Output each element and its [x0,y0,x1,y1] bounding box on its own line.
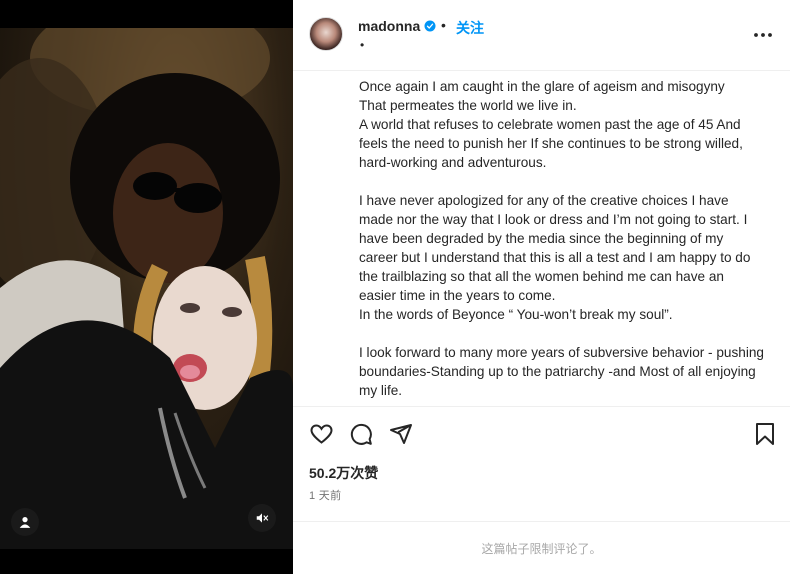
comments-limited-text: 这篇帖子限制评论了。 [481,542,602,556]
header-subline: • [360,38,365,52]
video-frame-illustration [0,28,293,549]
heart-icon [310,424,333,444]
more-options-button[interactable] [753,26,773,44]
mute-toggle-button[interactable] [248,504,276,532]
user-tag-button[interactable] [11,508,39,536]
save-button[interactable] [754,422,776,451]
comments-limited-notice: 这篇帖子限制评论了。 [293,521,790,575]
comment-icon [350,423,372,445]
avatar[interactable] [309,17,343,51]
bookmark-icon [756,423,774,445]
post-media [0,0,293,574]
like-button[interactable] [309,422,334,451]
follow-button[interactable]: 关注 [456,18,484,38]
muted-speaker-icon [256,513,269,523]
post-timestamp[interactable]: 1 天前 [309,487,341,503]
header-separator: • [441,17,446,33]
user-tag-icon [19,517,31,528]
post-header: madonna • 关注 • [293,0,790,71]
verified-badge-icon [424,19,436,37]
likes-count[interactable]: 50.2万次赞 [309,463,378,483]
share-icon [390,424,412,444]
post-caption: Once again I am caught in the glare of a… [359,79,764,398]
share-button[interactable] [389,422,413,451]
username-link[interactable]: madonna [358,18,420,34]
more-options-icon [754,33,772,37]
post-details-panel: madonna • 关注 • Once again I am caught in… [293,0,790,574]
post-video[interactable] [0,28,293,549]
comment-button[interactable] [349,422,373,451]
